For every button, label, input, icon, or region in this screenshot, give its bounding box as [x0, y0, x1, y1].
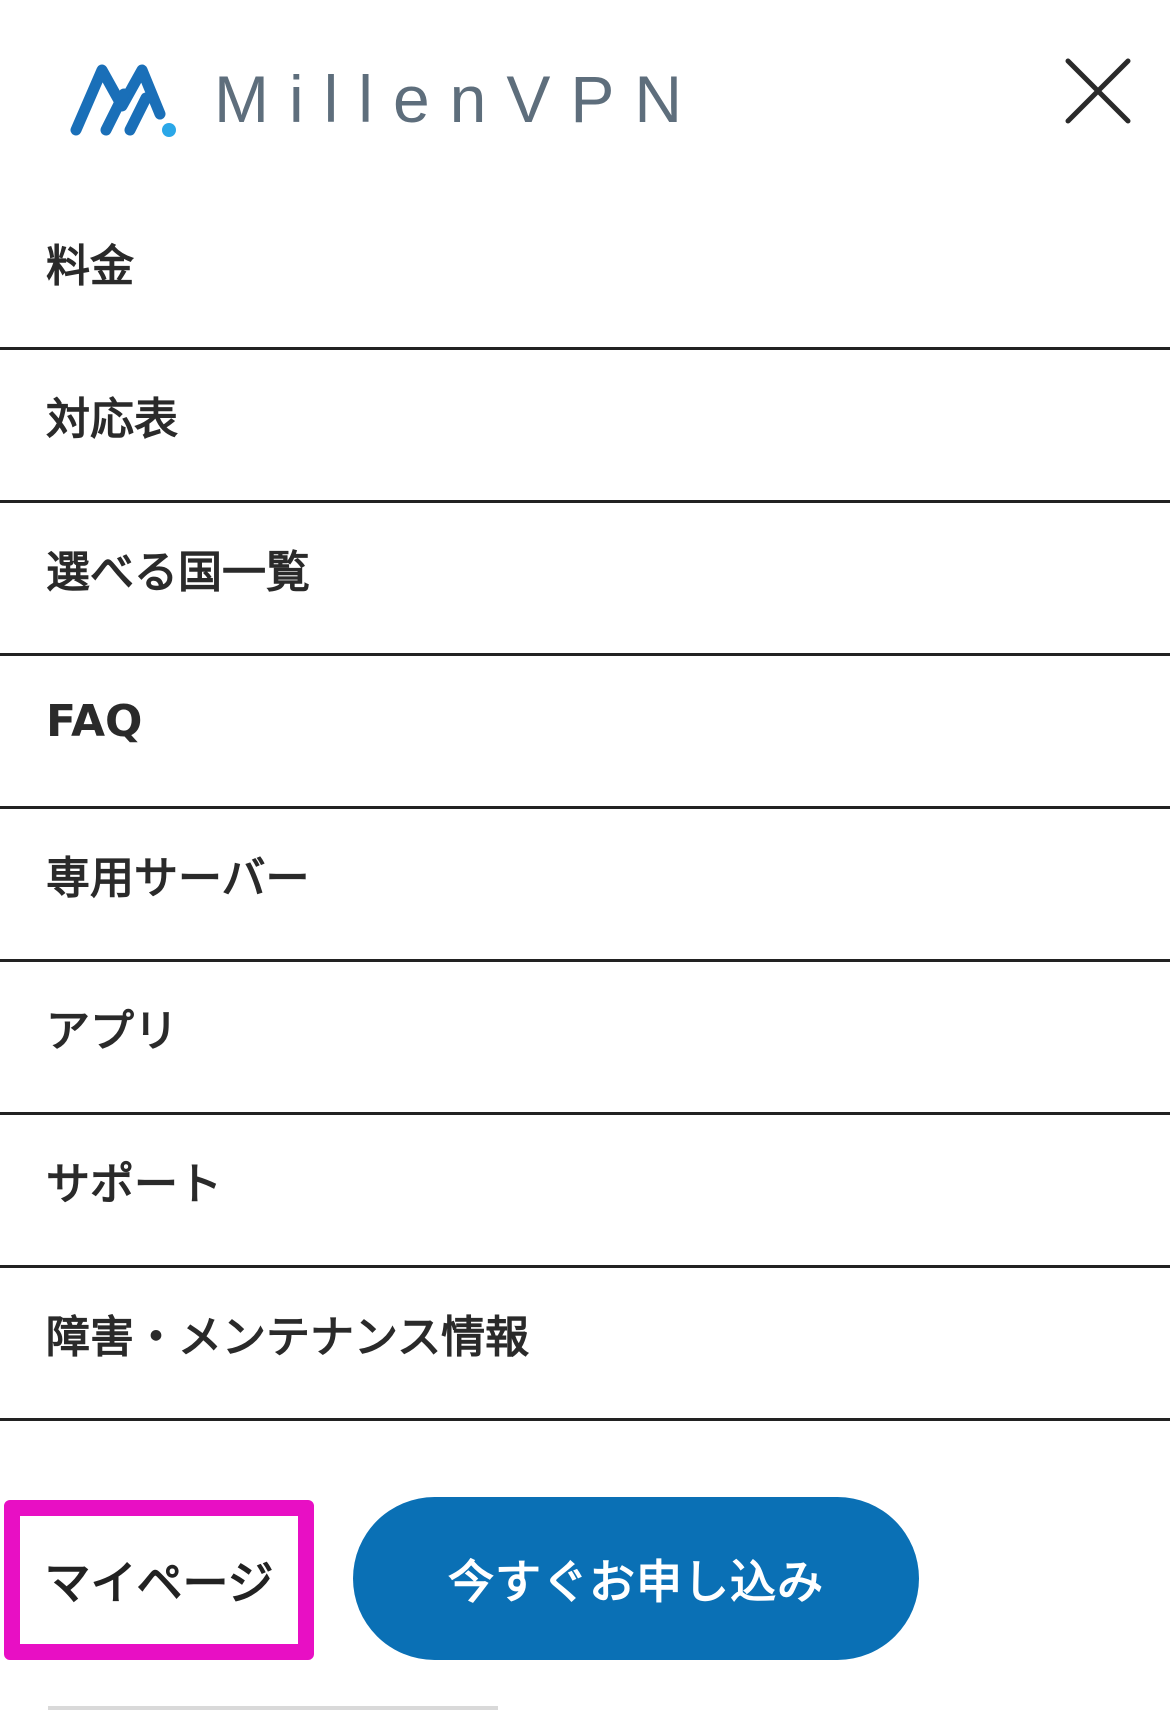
menu-item-pricing[interactable]: 料金 — [0, 197, 1170, 350]
menu-item-label: 対応表 — [46, 394, 178, 445]
bottom-divider — [48, 1706, 498, 1710]
menu-item-label: 選べる国一覧 — [46, 547, 310, 598]
mypage-button[interactable]: マイページ — [4, 1500, 314, 1660]
menu-item-label: FAQ — [46, 695, 143, 747]
apply-now-label: 今すぐお申し込み — [448, 1554, 824, 1609]
menu-item-label: 専用サーバー — [46, 853, 310, 904]
menu-item-label: 障害・メンテナンス情報 — [46, 1312, 530, 1363]
close-icon — [1065, 58, 1131, 124]
mypage-label: マイページ — [44, 1556, 274, 1610]
menu-item-compatibility[interactable]: 対応表 — [0, 350, 1170, 503]
menu-item-label: サポート — [46, 1159, 222, 1210]
menu-item-countries[interactable]: 選べる国一覧 — [0, 503, 1170, 656]
menu-item-dedicated-server[interactable]: 専用サーバー — [0, 809, 1170, 962]
menu-item-support[interactable]: サポート — [0, 1115, 1170, 1268]
brand-logo[interactable]: MillenVPN — [70, 58, 702, 140]
menu-item-label: 料金 — [46, 241, 134, 292]
nav-menu: 料金 対応表 選べる国一覧 FAQ 専用サーバー アプリ サポート 障害・メンテ… — [0, 197, 1170, 1421]
brand-mark-icon — [70, 64, 176, 137]
close-button[interactable] — [1062, 55, 1134, 127]
menu-item-faq[interactable]: FAQ — [0, 656, 1170, 809]
menu-item-maintenance[interactable]: 障害・メンテナンス情報 — [0, 1268, 1170, 1421]
brand-name: MillenVPN — [214, 62, 703, 136]
menu-item-label: アプリ — [46, 1006, 178, 1057]
header: MillenVPN — [0, 0, 1170, 200]
menu-item-apps[interactable]: アプリ — [0, 962, 1170, 1115]
apply-now-button[interactable]: 今すぐお申し込み — [353, 1497, 919, 1660]
